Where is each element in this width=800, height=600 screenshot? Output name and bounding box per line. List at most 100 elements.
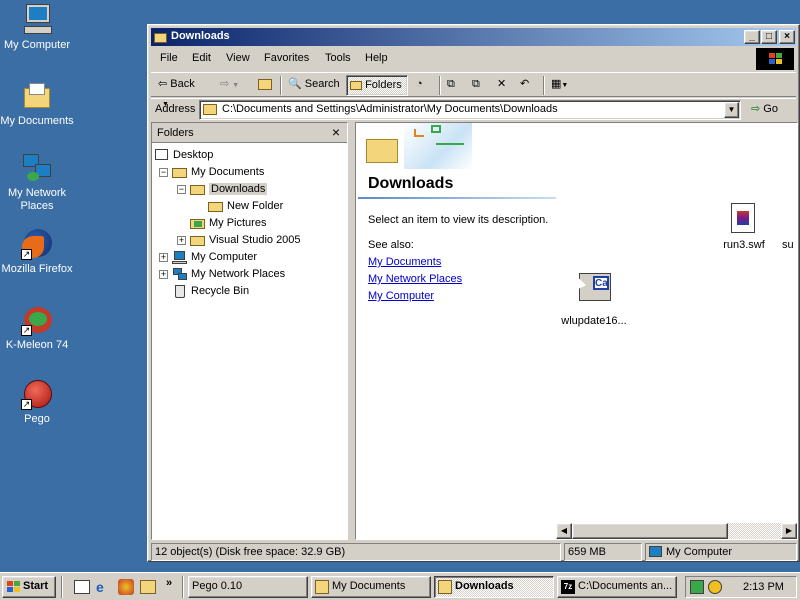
ca-file-icon: Ca (565, 268, 611, 303)
folders-pane: Folders × Desktop − My Documents − Downl… (151, 122, 348, 540)
link-my-documents[interactable]: My Documents (368, 256, 441, 268)
views-icon: ▦ (551, 78, 562, 90)
back-button[interactable]: ⇦ Back ▼ (155, 75, 211, 108)
kmeleon-icon: ↗ (21, 304, 53, 336)
maximize-button[interactable]: □ (761, 30, 777, 44)
folder-icon (208, 199, 224, 213)
scroll-left-button[interactable]: ◀ (556, 523, 572, 539)
desktop-icon-label: My Computer (3, 39, 71, 51)
quicklaunch-app-icon[interactable] (118, 579, 134, 595)
expand-my-computer-icon[interactable]: + (159, 253, 168, 262)
minimize-button[interactable]: _ (744, 30, 760, 44)
go-button[interactable]: ⇨ Go (751, 101, 791, 119)
task-downloads[interactable]: Downloads (434, 576, 554, 598)
horizontal-scrollbar[interactable]: ◀ ▶ (556, 523, 797, 539)
menu-file[interactable]: File (160, 52, 178, 64)
copy-to-icon: ⧉ (472, 78, 480, 90)
tree-item-my-network-places[interactable]: My Network Places (172, 266, 285, 282)
network-icon (172, 267, 188, 281)
menu-help[interactable]: Help (365, 52, 388, 64)
quicklaunch-explorer-icon[interactable] (140, 580, 156, 594)
menu-tools[interactable]: Tools (325, 52, 351, 64)
expand-my-network-places-icon[interactable]: + (159, 270, 168, 279)
undo-button[interactable]: ↶ (517, 75, 539, 96)
tray-network-icon[interactable] (690, 580, 704, 594)
up-folder-button[interactable] (254, 75, 276, 96)
task-pego[interactable]: Pego 0.10 (188, 576, 308, 598)
collapse-downloads-icon[interactable]: − (177, 185, 186, 194)
tree-item-visual-studio-2005[interactable]: Visual Studio 2005 (190, 232, 301, 248)
quicklaunch-ie-icon[interactable]: e (96, 579, 112, 595)
7zip-icon: 7z (561, 580, 575, 594)
desktop-icon-label: Mozilla Firefox (1, 263, 73, 275)
quicklaunch-show-desktop-icon[interactable] (74, 580, 90, 594)
desktop-icon-my-documents[interactable]: My Documents (0, 80, 74, 128)
forward-button[interactable]: ⇨ ▼ (217, 75, 247, 96)
desktop-icon-label: K-Meleon 74 (5, 339, 69, 351)
tree-item-recycle-bin[interactable]: Recycle Bin (172, 283, 249, 299)
desktop-icon-mozilla-firefox[interactable]: ↗ Mozilla Firefox (0, 228, 74, 276)
tree-item-my-documents[interactable]: My Documents (172, 164, 264, 180)
file-name: su (782, 239, 794, 251)
folder-icon (21, 80, 53, 112)
expand-visual-studio-icon[interactable]: + (177, 236, 186, 245)
history-button[interactable]: ◔ (413, 75, 435, 96)
back-arrow-icon: ⇦ (158, 78, 168, 90)
desktop-icon-my-network-places[interactable]: My Network Places (0, 152, 74, 213)
file-item-su[interactable]: su (782, 239, 800, 251)
file-item-run3-swf[interactable]: run3.swf (714, 203, 774, 251)
move-to-button[interactable]: ⧉ (444, 75, 466, 96)
folders-button[interactable]: Folders (346, 75, 408, 96)
scroll-thumb[interactable] (572, 523, 728, 539)
file-name: wlupdate16... (561, 315, 627, 327)
address-input[interactable]: C:\Documents and Settings\Administrator\… (199, 100, 741, 120)
menu-view[interactable]: View (226, 52, 250, 64)
taskbar-separator (61, 576, 63, 598)
file-list-pane[interactable]: Downloads Select an item to view its des… (355, 122, 798, 540)
link-my-computer[interactable]: My Computer (368, 290, 434, 302)
desktop-icon-pego[interactable]: ↗ Pego (0, 378, 74, 426)
address-value: C:\Documents and Settings\Administrator\… (222, 103, 558, 115)
collapse-my-documents-icon[interactable]: − (159, 168, 168, 177)
folder-icon (190, 233, 206, 247)
move-to-icon: ⧉ (447, 78, 455, 90)
desktop-icon-label: My Network Places (7, 187, 67, 212)
desktop-icon-k-meleon[interactable]: ↗ K-Meleon 74 (0, 304, 74, 352)
close-button[interactable]: × (779, 30, 795, 44)
tree-item-my-computer[interactable]: My Computer (172, 249, 257, 265)
desktop-icon-my-computer[interactable]: My Computer (0, 4, 74, 52)
system-tray: 2:13 PM (685, 576, 797, 598)
toolbar-separator (543, 76, 545, 95)
start-button[interactable]: Start (2, 576, 56, 598)
computer-icon (172, 250, 188, 265)
tree-item-new-folder[interactable]: New Folder (208, 198, 283, 214)
menu-favorites[interactable]: Favorites (264, 52, 309, 64)
delete-button[interactable]: ✕ (494, 75, 516, 96)
link-my-network-places[interactable]: My Network Places (368, 273, 462, 285)
see-also-label: See also: (368, 239, 414, 251)
copy-to-button[interactable]: ⧉ (469, 75, 491, 96)
views-button[interactable]: ▦▼ (548, 75, 576, 96)
windows-logo-icon (756, 48, 794, 70)
search-icon: 🔍 (288, 78, 302, 90)
clock[interactable]: 2:13 PM (743, 581, 784, 593)
menu-edit[interactable]: Edit (192, 52, 211, 64)
tree-item-downloads[interactable]: Downloads (190, 181, 268, 197)
tree-item-my-pictures[interactable]: My Pictures (190, 215, 266, 231)
task-my-documents[interactable]: My Documents (311, 576, 431, 598)
title-bar[interactable]: Downloads _ □ × (151, 28, 796, 46)
window-title: Downloads (171, 30, 230, 42)
tray-volume-icon[interactable] (708, 580, 722, 594)
scroll-right-button[interactable]: ▶ (781, 523, 797, 539)
windows-logo-icon (7, 581, 20, 593)
desktop-icon-label: Pego (24, 413, 50, 425)
history-icon: ◔ (416, 78, 423, 90)
file-item-wlupdate[interactable]: Ca wlupdate16... (554, 268, 634, 327)
address-dropdown-button[interactable]: ▼ (724, 102, 739, 118)
close-folders-icon[interactable]: × (332, 124, 340, 140)
search-button[interactable]: 🔍 Search (285, 75, 343, 96)
folders-pane-header: Folders × (152, 123, 347, 143)
tree-item-desktop[interactable]: Desktop (154, 147, 213, 163)
quicklaunch-more-icon[interactable]: » (166, 577, 172, 589)
task-7zip[interactable]: 7z C:\Documents an... (557, 576, 677, 598)
